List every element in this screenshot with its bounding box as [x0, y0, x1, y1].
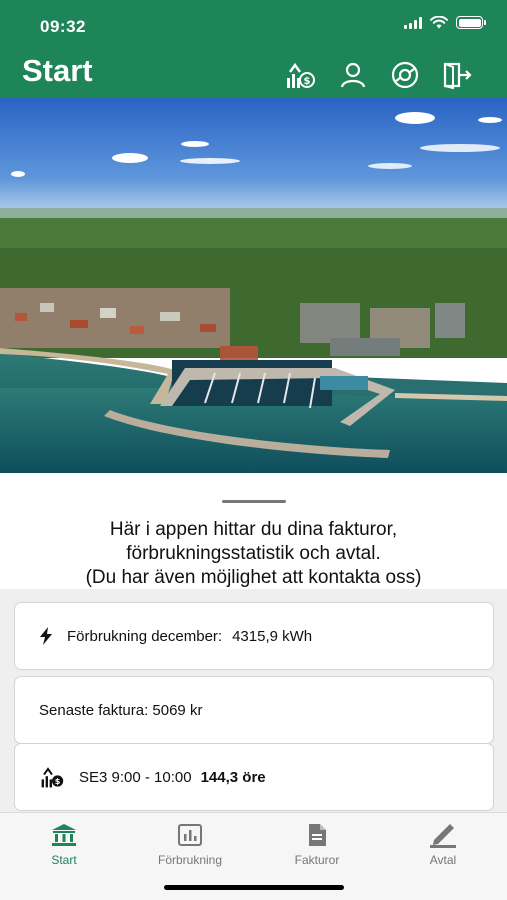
support-button[interactable]	[388, 58, 422, 92]
cellular-signal-icon	[404, 16, 422, 29]
svg-text:$: $	[304, 76, 311, 87]
spot-price-icon: $	[39, 765, 65, 789]
logout-button[interactable]	[440, 58, 474, 92]
pen-icon	[388, 821, 498, 849]
spot-price-value: 144,3 öre	[200, 768, 266, 786]
user-icon	[340, 62, 366, 88]
tab-avtal[interactable]: Avtal	[388, 821, 498, 867]
bar-chart-icon	[135, 821, 245, 849]
consumption-value: 4315,9 kWh	[232, 627, 313, 645]
tab-start[interactable]: Start	[9, 821, 119, 867]
tab-label: Avtal	[429, 853, 457, 867]
consumption-card[interactable]: Förbrukning december: 4315,9 kWh	[14, 602, 494, 670]
spot-price-button[interactable]: $	[283, 58, 317, 92]
spot-price-card[interactable]: $ SE3 9:00 - 10:00 144,3 öre	[14, 743, 494, 811]
battery-icon	[456, 16, 486, 29]
support-icon	[391, 61, 419, 89]
harbor-aerial-image	[0, 98, 507, 473]
status-time: 09:32	[40, 17, 86, 36]
bolt-icon	[39, 627, 53, 645]
intro-line-3: (Du har även möjlighet att kontakta oss)	[85, 567, 422, 588]
logout-icon	[443, 62, 472, 89]
profile-button[interactable]	[336, 58, 370, 92]
spot-price-icon: $	[287, 62, 315, 88]
status-icons	[404, 16, 486, 29]
intro-line-2: förbrukningsstatistik och avtal.	[126, 543, 381, 564]
hero-image	[0, 98, 507, 473]
home-indicator[interactable]	[164, 885, 344, 890]
intro-text: Här i appen hittar du dina fakturor, för…	[0, 518, 507, 590]
intro-line-1: Här i appen hittar du dina fakturor,	[109, 519, 398, 540]
app-screen: 09:32 Start $ Här i appen hittar du dina…	[0, 0, 507, 900]
summary-list: Förbrukning december: 4315,9 kWh Senaste…	[0, 589, 507, 813]
consumption-label: Förbrukning december:	[67, 627, 223, 645]
content-panel: Här i appen hittar du dina fakturor, för…	[0, 473, 507, 813]
latest-invoice-card[interactable]: Senaste faktura: 5069 kr	[14, 676, 494, 744]
bank-icon	[9, 821, 119, 849]
latest-invoice-label: Senaste faktura: 5069 kr	[39, 701, 203, 719]
tab-label: Start	[51, 853, 77, 867]
drag-handle[interactable]	[222, 500, 286, 503]
tab-fakturor[interactable]: Fakturor	[262, 821, 372, 867]
tab-label: Förbrukning	[157, 853, 223, 867]
spot-price-label: SE3 9:00 - 10:00	[79, 768, 192, 786]
tab-label: Fakturor	[294, 853, 340, 867]
wifi-icon	[430, 16, 448, 29]
svg-text:$: $	[55, 777, 61, 786]
app-header: 09:32 Start $	[0, 0, 507, 98]
tab-forbrukning[interactable]: Förbrukning	[135, 821, 245, 867]
page-title: Start	[22, 53, 93, 88]
document-icon	[262, 821, 372, 849]
status-bar: 09:32	[0, 0, 507, 46]
